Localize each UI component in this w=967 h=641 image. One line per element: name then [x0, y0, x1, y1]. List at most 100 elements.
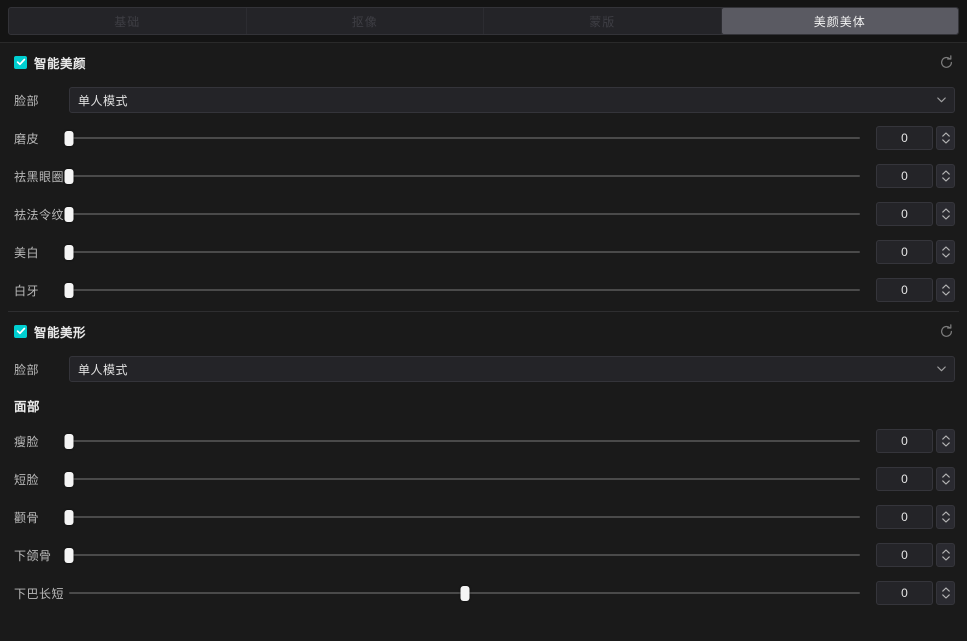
tab-2[interactable]: 抠像 — [247, 8, 484, 34]
slider-短脸[interactable] — [64, 466, 860, 492]
reset-circular-arrow-icon[interactable] — [935, 51, 957, 73]
value-input[interactable]: 0 — [876, 278, 933, 302]
slider-磨皮[interactable] — [64, 125, 860, 151]
value-stepper[interactable] — [936, 505, 955, 529]
face-mode-value: 单人模式 — [78, 93, 129, 108]
slider-track — [69, 554, 860, 556]
value-input[interactable]: 0 — [876, 126, 933, 150]
slider-下巴长短[interactable] — [69, 580, 860, 606]
slider-handle[interactable] — [64, 471, 74, 487]
subgroup-header: 面部 — [0, 388, 967, 422]
slider-handle[interactable] — [64, 244, 74, 260]
face-mode-row: 脸部 单人模式 — [0, 350, 967, 388]
face-mode-select[interactable]: 单人模式 — [69, 87, 955, 113]
slider-track — [69, 289, 860, 291]
slider-handle[interactable] — [64, 206, 74, 222]
slider-白牙[interactable] — [64, 277, 860, 303]
section-title: 智能美形 — [34, 325, 87, 340]
section-header-smart-beauty: 智能美颜 — [0, 43, 967, 81]
slider-label: 祛黑眼圈 — [14, 169, 65, 184]
chevron-down-icon — [937, 97, 946, 103]
value-stepper[interactable] — [936, 543, 955, 567]
slider-下颌骨[interactable] — [64, 542, 860, 568]
value-stepper[interactable] — [936, 202, 955, 226]
slider-祛法令纹[interactable] — [64, 201, 860, 227]
slider-handle[interactable] — [64, 509, 74, 525]
slider-美白[interactable] — [64, 239, 860, 265]
value-stepper[interactable] — [936, 278, 955, 302]
face-mode-label: 脸部 — [14, 362, 40, 377]
slider-瘦脸[interactable] — [64, 428, 860, 454]
face-mode-value: 单人模式 — [78, 362, 129, 377]
value-input[interactable]: 0 — [876, 164, 933, 188]
slider-handle[interactable] — [460, 585, 469, 601]
beauty-body-panel: 基础 抠像 蒙版 美颜美体 智能美颜 脸部 单人模式 磨皮 0 祛黑眼圈 0 祛法令纹 0 美白 0 白牙 0… — [0, 0, 967, 641]
slider-handle[interactable] — [64, 130, 74, 146]
tab-3[interactable]: 蒙版 — [484, 8, 722, 34]
slider-label: 瘦脸 — [14, 434, 40, 449]
value-field: 0 — [876, 126, 955, 150]
settings-panel: 智能美颜 脸部 单人模式 磨皮 0 祛黑眼圈 0 祛法令纹 0 美白 0 白牙 0 智能美形 脸部 单人模式面… — [0, 43, 967, 616]
slider-祛黑眼圈[interactable] — [64, 163, 860, 189]
face-mode-label: 脸部 — [14, 93, 40, 108]
slider-label: 磨皮 — [14, 131, 40, 146]
slider-track — [69, 137, 860, 139]
slider-label: 白牙 — [14, 283, 40, 298]
tab-label: 美颜美体 — [813, 14, 866, 29]
slider-label: 祛法令纹 — [14, 207, 65, 222]
slider-颧骨[interactable] — [64, 504, 860, 530]
slider-handle[interactable] — [64, 168, 74, 184]
slider-row: 下巴长短 0 — [0, 574, 967, 612]
face-mode-select[interactable]: 单人模式 — [69, 356, 955, 382]
tab-label: 基础 — [114, 14, 141, 29]
tab-strip: 基础 抠像 蒙版 美颜美体 — [8, 7, 959, 35]
tab-4[interactable]: 美颜美体 — [721, 8, 958, 34]
value-input[interactable]: 0 — [876, 581, 933, 605]
value-field: 0 — [876, 278, 955, 302]
value-field: 0 — [876, 505, 955, 529]
check-icon[interactable] — [14, 55, 27, 69]
slider-row: 下颌骨 0 — [0, 536, 967, 574]
value-input[interactable]: 0 — [876, 202, 933, 226]
value-stepper[interactable] — [936, 467, 955, 491]
panel-scroll-body[interactable]: 智能美颜 脸部 单人模式 磨皮 0 祛黑眼圈 0 祛法令纹 0 美白 0 白牙 0 智能美形 脸部 单人模式面… — [0, 42, 967, 641]
value-input[interactable]: 0 — [876, 467, 933, 491]
slider-row: 瘦脸 0 — [0, 422, 967, 460]
value-stepper[interactable] — [936, 581, 955, 605]
value-field: 0 — [876, 543, 955, 567]
check-icon[interactable] — [14, 324, 27, 338]
value-field: 0 — [876, 240, 955, 264]
slider-row: 祛法令纹 0 — [0, 195, 967, 233]
value-input[interactable]: 0 — [876, 240, 933, 264]
tab-1[interactable]: 基础 — [9, 8, 247, 34]
value-input[interactable]: 0 — [876, 543, 933, 567]
value-input[interactable]: 0 — [876, 505, 933, 529]
reset-circular-arrow-icon[interactable] — [935, 320, 957, 342]
slider-track — [69, 251, 860, 253]
subgroup-title: 面部 — [14, 399, 41, 414]
section-header-smart-reshape: 智能美形 — [0, 312, 967, 350]
slider-label: 颧骨 — [14, 510, 40, 525]
value-field: 0 — [876, 581, 955, 605]
slider-handle[interactable] — [64, 433, 74, 449]
value-stepper[interactable] — [936, 429, 955, 453]
slider-track — [69, 213, 860, 215]
face-mode-row: 脸部 单人模式 — [0, 81, 967, 119]
section-title: 智能美颜 — [34, 56, 87, 71]
value-stepper[interactable] — [936, 126, 955, 150]
value-input[interactable]: 0 — [876, 429, 933, 453]
slider-track — [69, 175, 860, 177]
slider-row: 祛黑眼圈 0 — [0, 157, 967, 195]
slider-row: 短脸 0 — [0, 460, 967, 498]
value-field: 0 — [876, 202, 955, 226]
value-stepper[interactable] — [936, 164, 955, 188]
slider-track — [69, 440, 860, 442]
chevron-down-icon — [937, 366, 946, 372]
slider-track — [69, 516, 860, 518]
slider-handle[interactable] — [64, 547, 74, 563]
slider-handle[interactable] — [64, 282, 74, 298]
slider-track — [69, 478, 860, 480]
slider-label: 下巴长短 — [14, 586, 65, 601]
slider-label: 美白 — [14, 245, 40, 260]
value-stepper[interactable] — [936, 240, 955, 264]
